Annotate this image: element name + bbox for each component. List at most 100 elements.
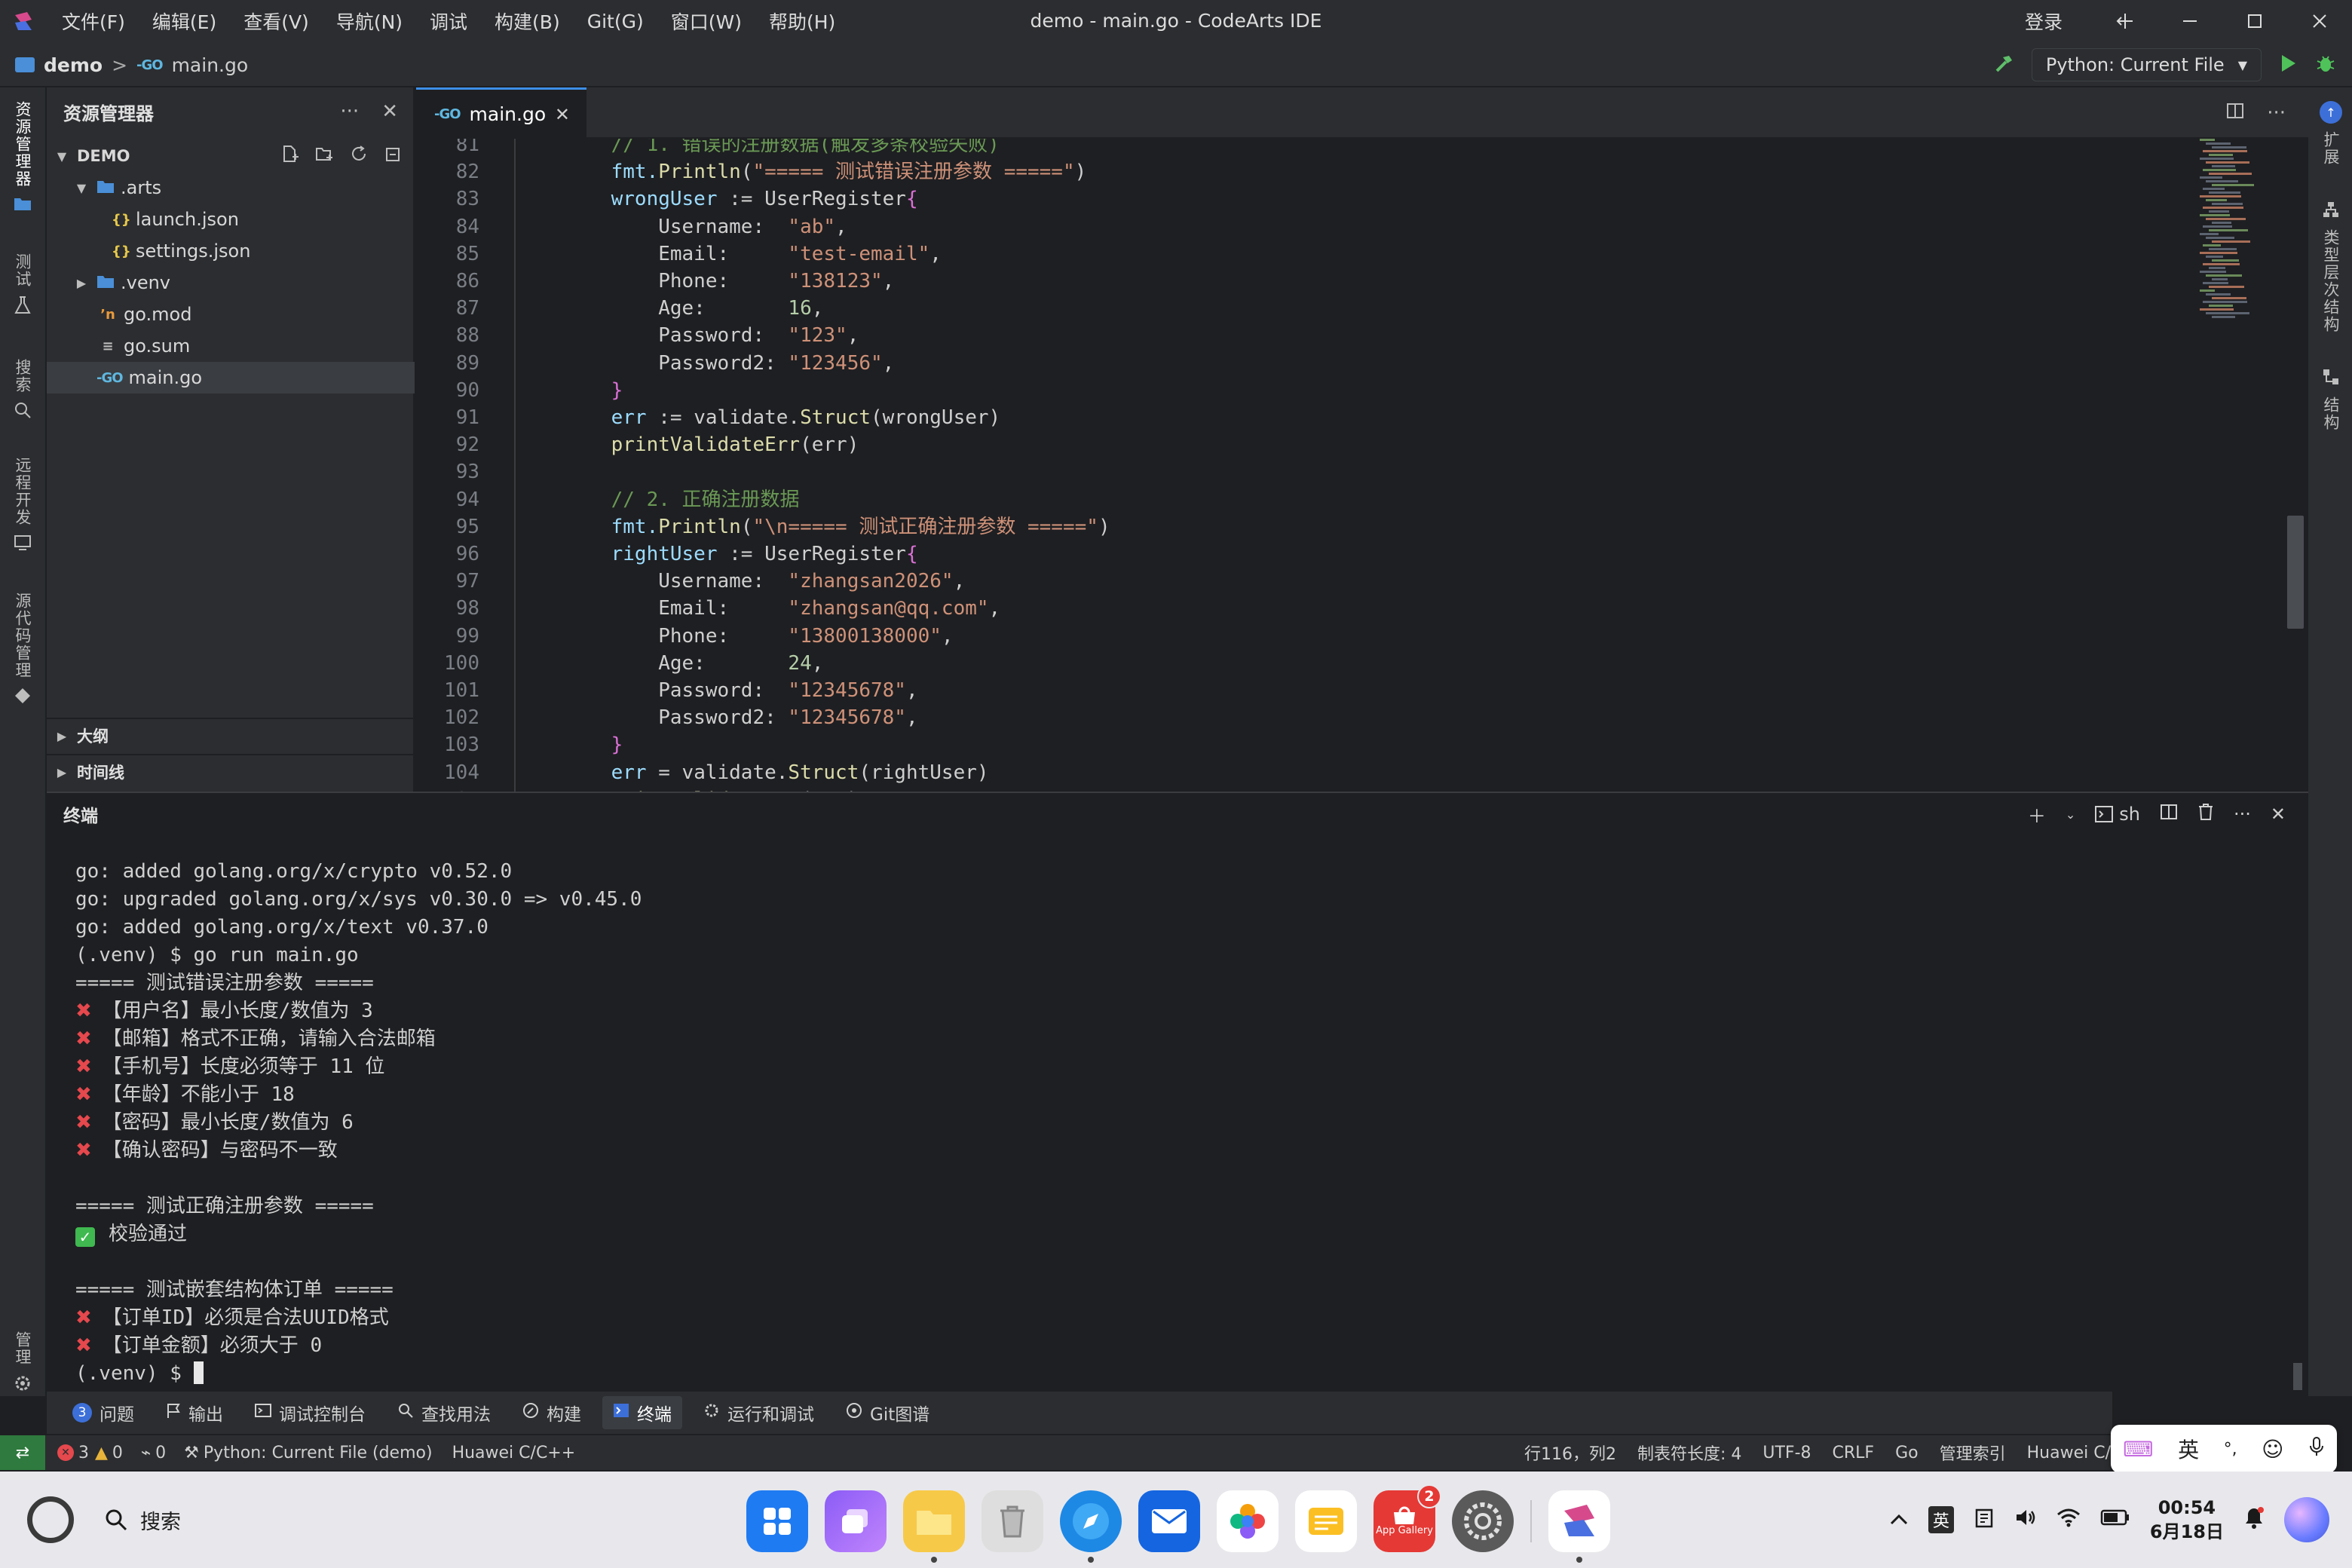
warning-count[interactable]: 0 [112, 1444, 123, 1462]
trash-icon[interactable] [2197, 803, 2214, 825]
shell-select[interactable]: sh [2095, 804, 2140, 825]
refresh-icon[interactable] [350, 145, 368, 167]
code-line[interactable]: 83 wrongUser := UserRegister{ [416, 185, 2301, 213]
tree-item-venv[interactable]: ▶ .venv [47, 267, 415, 299]
tree-item-launch-json[interactable]: {} launch.json [47, 204, 415, 235]
code-line[interactable]: 94 // 2. 正确注册数据 [416, 486, 2301, 513]
editor-scrollbar[interactable] [2287, 516, 2304, 629]
activity-structure[interactable]: 结构 [2308, 368, 2352, 431]
split-terminal-icon[interactable] [2160, 803, 2178, 825]
split-editor-icon[interactable] [2226, 102, 2244, 125]
code-line[interactable]: 86 Phone: "138123", [416, 268, 2301, 295]
menu-edit[interactable]: 编辑(E) [152, 8, 216, 35]
wifi-icon[interactable] [2056, 1508, 2081, 1533]
code-line[interactable]: 88 Password: "123", [416, 322, 2301, 349]
tree-item-settings-json[interactable]: {} settings.json [47, 235, 415, 267]
code-line[interactable]: 89 Password2: "123456", [416, 350, 2301, 377]
clipboard-icon[interactable] [1974, 1507, 1995, 1533]
code-line[interactable]: 91 err := validate.Struct(wrongUser) [416, 404, 2301, 431]
maximize-button[interactable] [2222, 0, 2287, 42]
tree-item-arts[interactable]: ▼ .arts [47, 172, 415, 204]
more-actions-icon[interactable]: ··· [2234, 804, 2251, 825]
menu-help[interactable]: 帮助(H) [769, 8, 835, 35]
activity-explorer[interactable]: 资源管理器 [0, 101, 45, 215]
status-trailing[interactable]: Huawei C/ [2027, 1444, 2111, 1462]
menu-navigate[interactable]: 导航(N) [336, 8, 403, 35]
code-line[interactable]: 81 // 1. 错误的注册数据(触发多条校验失败) [416, 139, 2301, 158]
build-hammer-icon[interactable] [1994, 53, 2015, 77]
menu-debug[interactable]: 调试 [430, 8, 467, 35]
taskbar-search[interactable]: 搜索 [104, 1505, 181, 1535]
collapse-all-icon[interactable] [384, 145, 403, 167]
code-line[interactable]: 102 Password2: "12345678", [416, 704, 2301, 731]
activity-test[interactable]: 测试 [0, 253, 45, 318]
tree-item-go-mod[interactable]: ʼn go.mod [47, 299, 415, 330]
tab-problems[interactable]: 3 问题 [62, 1396, 145, 1429]
close-window-button[interactable] [2287, 0, 2352, 42]
code-line[interactable]: 92 printValidateErr(err) [416, 431, 2301, 458]
code-line[interactable]: 95 fmt.Println("\n===== 测试正确注册参数 =====") [416, 513, 2301, 541]
notes-icon[interactable] [1295, 1490, 1357, 1552]
new-folder-icon[interactable] [315, 145, 333, 167]
multitask-icon[interactable] [825, 1490, 887, 1552]
activity-manage[interactable]: 管理 [0, 1331, 45, 1396]
app-launcher-icon[interactable] [746, 1490, 808, 1552]
status-eol[interactable]: CRLF [1833, 1444, 1875, 1462]
menu-git[interactable]: Git(G) [587, 11, 644, 32]
app-gallery-icon[interactable]: App Gallery 2 [1374, 1484, 1441, 1552]
status-indentation[interactable]: 制表符长度: 4 [1637, 1441, 1741, 1465]
activity-search[interactable]: 搜索 [0, 359, 45, 422]
tab-main-go[interactable]: -GO main.go ✕ [416, 87, 586, 139]
code-editor[interactable]: 81 // 1. 错误的注册数据(触发多条校验失败) 82 fmt.Println… [416, 139, 2308, 792]
breadcrumb-project[interactable]: demo [44, 54, 103, 76]
menu-window[interactable]: 窗口(W) [671, 8, 742, 35]
code-line[interactable]: 104 err = validate.Struct(rightUser) [416, 759, 2301, 786]
menu-view[interactable]: 查看(V) [243, 8, 309, 35]
chevron-down-icon[interactable]: ⌄ [2066, 807, 2075, 822]
code-line[interactable]: 82 fmt.Println("===== 测试错误注册参数 =====") [416, 158, 2301, 185]
code-line[interactable]: 93 [416, 458, 2301, 485]
ime-language-toggle[interactable]: 英 [2178, 1434, 2199, 1464]
close-icon[interactable]: ✕ [2271, 804, 2286, 825]
code-line[interactable]: 84 Username: "ab", [416, 213, 2301, 240]
codearts-app-icon[interactable] [1548, 1490, 1610, 1563]
microphone-icon[interactable] [2308, 1436, 2325, 1462]
code-line[interactable]: 97 Username: "zhangsan2026", [416, 568, 2301, 595]
timeline-section[interactable]: ▶ 时间线 [47, 754, 415, 789]
ime-logo-icon[interactable]: ⌨ [2123, 1437, 2153, 1462]
status-index[interactable]: 管理索引 [1940, 1441, 2006, 1465]
chevron-up-icon[interactable] [1889, 1508, 1909, 1531]
remote-indicator-icon[interactable]: ⇄ [0, 1435, 45, 1470]
error-count[interactable]: 3 [78, 1444, 89, 1462]
terminal-output[interactable]: go: added golang.org/x/crypto v0.52.0 go:… [75, 858, 2262, 1388]
more-actions-icon[interactable]: ··· [340, 100, 359, 123]
code-line[interactable]: 101 Password: "12345678", [416, 677, 2301, 704]
code-line[interactable]: 100 Age: 24, [416, 650, 2301, 677]
code-line[interactable]: 85 Email: "test-email", [416, 240, 2301, 268]
menu-build[interactable]: 构建(B) [495, 8, 560, 35]
activity-type-hierarchy[interactable]: 类型层次结构 [2308, 201, 2352, 333]
code-line[interactable]: 90 } [416, 377, 2301, 404]
tree-item-main-go[interactable]: -GO main.go [47, 362, 415, 394]
tab-run-debug[interactable]: 运行和调试 [693, 1396, 825, 1429]
code-line[interactable]: 96 rightUser := UserRegister{ [416, 541, 2301, 568]
close-icon[interactable]: ✕ [555, 104, 570, 125]
browser-icon[interactable] [1060, 1490, 1122, 1563]
activity-source-control[interactable]: 源代码管理 [0, 593, 45, 708]
tab-find-usages[interactable]: 查找用法 [387, 1396, 501, 1429]
file-manager-icon[interactable] [903, 1490, 965, 1563]
more-actions-icon[interactable]: ··· [2267, 102, 2286, 124]
status-run-config[interactable]: Python: Current File (demo) [204, 1444, 433, 1462]
tab-build[interactable]: 构建 [512, 1396, 592, 1429]
status-encoding[interactable]: UTF-8 [1762, 1444, 1811, 1462]
layout-toggle-icon[interactable] [2093, 0, 2158, 42]
notification-bell-icon[interactable] [2243, 1506, 2265, 1534]
run-icon[interactable] [2278, 53, 2298, 77]
settings-icon[interactable] [1452, 1490, 1514, 1552]
status-language-server[interactable]: Huawei C/C++ [452, 1444, 576, 1462]
ime-punctuation-toggle[interactable]: °, [2224, 1440, 2237, 1459]
new-terminal-icon[interactable]: ＋ [2028, 801, 2046, 828]
ports-count[interactable]: 0 [155, 1444, 166, 1462]
menu-file[interactable]: 文件(F) [62, 8, 125, 35]
emoji-icon[interactable]: ☺ [2262, 1437, 2283, 1462]
